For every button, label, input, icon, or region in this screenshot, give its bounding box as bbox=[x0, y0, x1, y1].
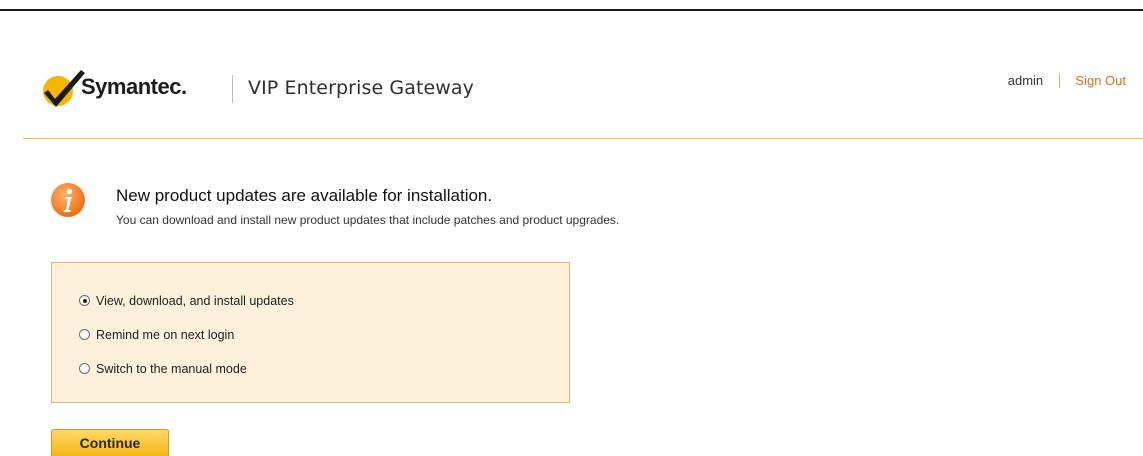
radio-button[interactable] bbox=[79, 329, 90, 340]
header-rule bbox=[23, 138, 1143, 139]
notice-description: You can download and install new product… bbox=[116, 213, 620, 227]
update-options-panel: View, download, and install updates Remi… bbox=[51, 262, 570, 403]
product-title: VIP Enterprise Gateway bbox=[248, 77, 475, 99]
option-remind-next-login[interactable]: Remind me on next login bbox=[79, 328, 234, 342]
radio-button[interactable] bbox=[79, 363, 90, 374]
option-label: Remind me on next login bbox=[96, 328, 235, 342]
option-label: View, download, and install updates bbox=[96, 294, 294, 308]
option-manual-mode[interactable]: Switch to the manual mode bbox=[79, 362, 247, 376]
continue-button[interactable]: Continue bbox=[51, 429, 169, 456]
option-install-updates[interactable]: View, download, and install updates bbox=[79, 294, 294, 308]
top-border-line bbox=[0, 9, 1143, 11]
username: admin bbox=[1007, 73, 1044, 88]
notice-title: New product updates are available for in… bbox=[116, 186, 493, 205]
header-divider bbox=[232, 75, 233, 103]
sign-out-link[interactable]: Sign Out bbox=[1075, 73, 1126, 88]
info-icon bbox=[51, 183, 85, 217]
user-area: admin Sign Out bbox=[1008, 73, 1126, 88]
radio-button-selected[interactable] bbox=[79, 295, 90, 306]
option-label: Switch to the manual mode bbox=[96, 362, 247, 376]
brand-name: Symantec. bbox=[81, 74, 187, 99]
user-divider bbox=[1058, 73, 1060, 88]
